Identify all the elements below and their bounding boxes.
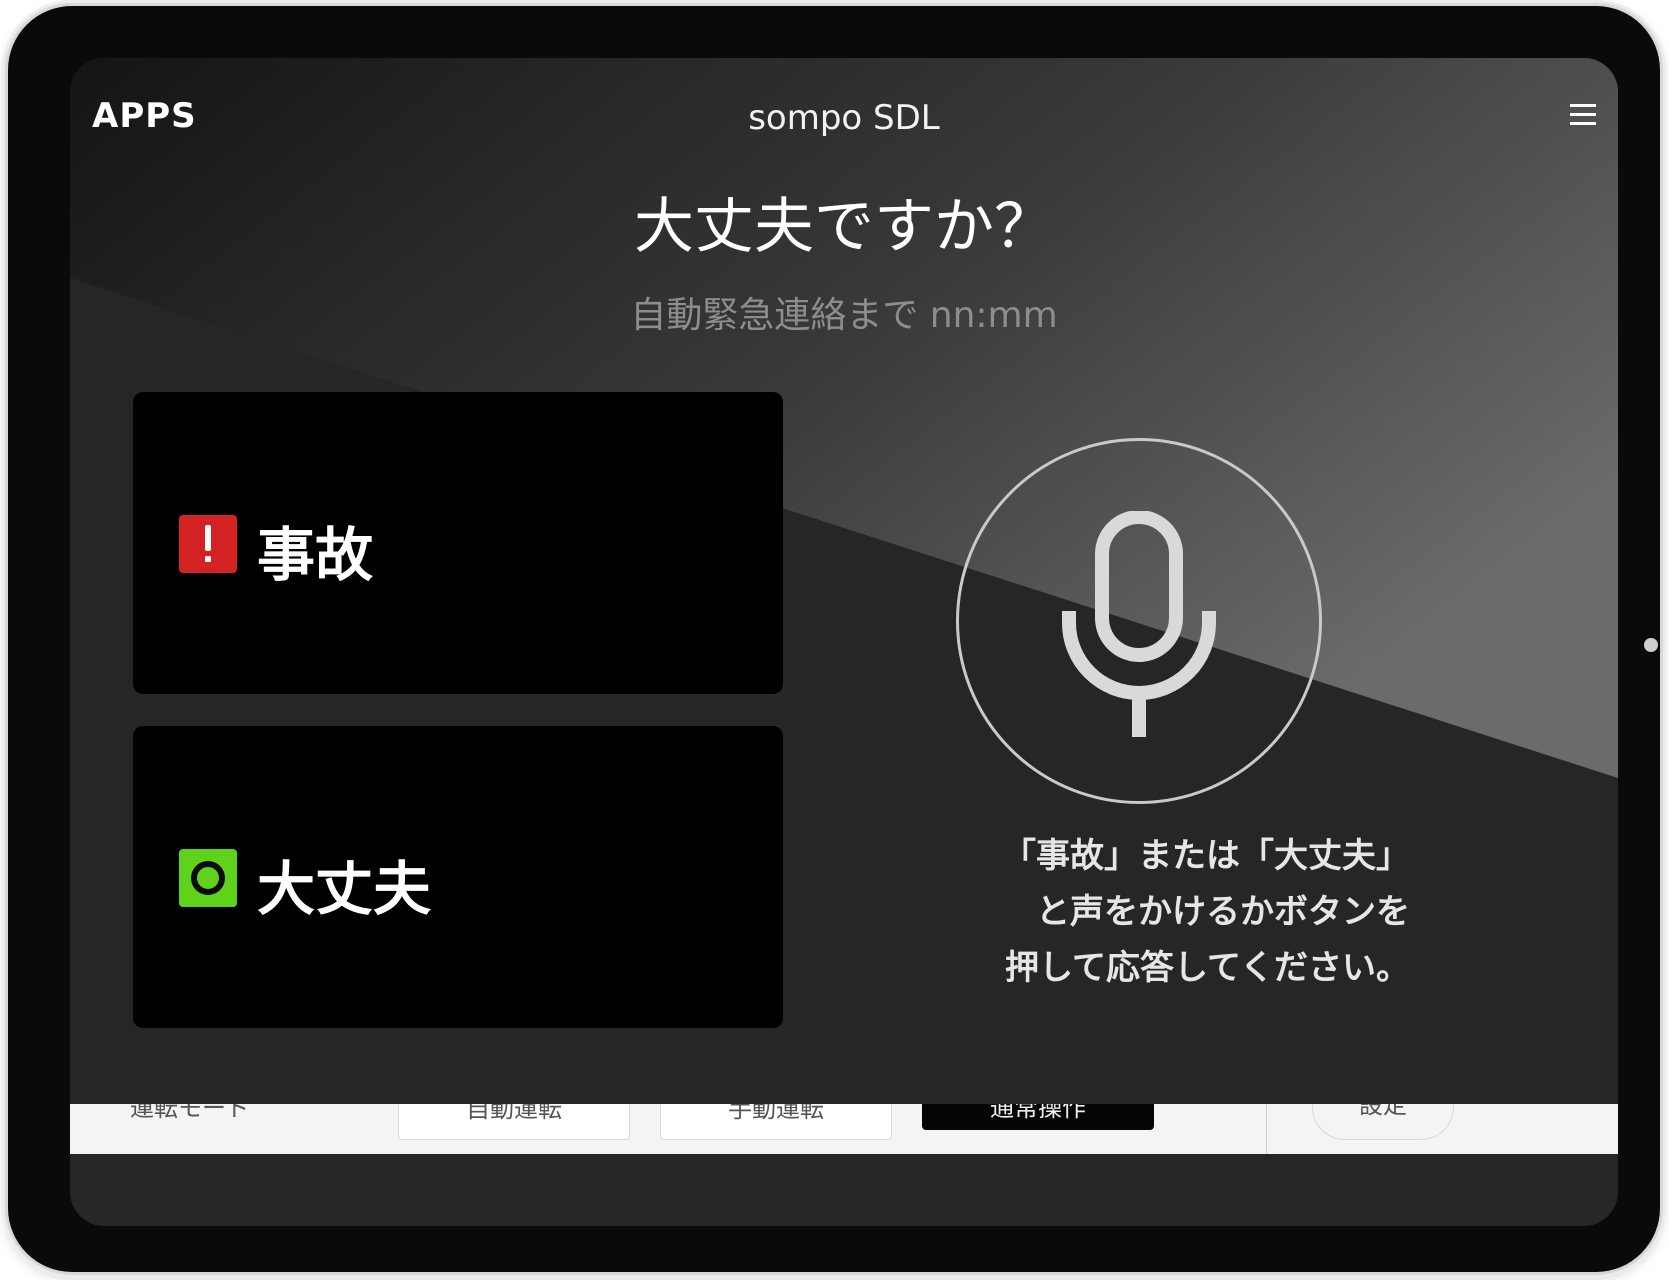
ok-circle-icon	[179, 849, 237, 907]
app-screen: APPS sompo SDL 大丈夫ですか？ 自動緊急連絡まで nn:mm 事故…	[70, 58, 1618, 1226]
accident-button[interactable]: 事故	[133, 392, 783, 694]
settings-button[interactable]: 設定	[1312, 1104, 1454, 1140]
top-header: APPS sompo SDL	[70, 58, 1618, 178]
bottom-tab-bar: 運転モード 自動運転 手動運転 通常操作 設定	[70, 1104, 1618, 1154]
tab-divider	[1266, 1104, 1267, 1154]
hamburger-menu-icon[interactable]	[1570, 104, 1596, 126]
tablet-frame: APPS sompo SDL 大丈夫ですか？ 自動緊急連絡まで nn:mm 事故…	[8, 6, 1660, 1272]
instruction-line: と声をかけるかボタンを	[1036, 892, 1410, 932]
ok-button-label: 大丈夫	[257, 855, 432, 923]
ok-button[interactable]: 大丈夫	[133, 726, 783, 1028]
device-side-button	[1644, 638, 1658, 652]
status-question: 大丈夫ですか？	[634, 192, 1054, 262]
microphone-icon	[1062, 511, 1216, 737]
emergency-countdown: 自動緊急連絡まで nn:mm	[630, 295, 1058, 336]
app-title: sompo SDL	[748, 98, 940, 138]
instruction-line: 「事故」または「大丈夫」	[1002, 836, 1410, 876]
voice-input-button[interactable]	[956, 438, 1322, 804]
instruction-line: 押して応答してください。	[1005, 948, 1410, 988]
warning-icon	[179, 515, 237, 573]
tab-normal-operation[interactable]: 通常操作	[922, 1104, 1154, 1130]
tab-auto-drive[interactable]: 自動運転	[398, 1104, 630, 1140]
tab-drive-mode[interactable]: 運転モード	[130, 1104, 330, 1138]
accident-button-label: 事故	[257, 521, 374, 589]
tab-manual-drive[interactable]: 手動運転	[660, 1104, 892, 1140]
voice-instruction: 「事故」または「大丈夫」 と声をかけるかボタンを 押して応答してください。	[870, 828, 1410, 996]
